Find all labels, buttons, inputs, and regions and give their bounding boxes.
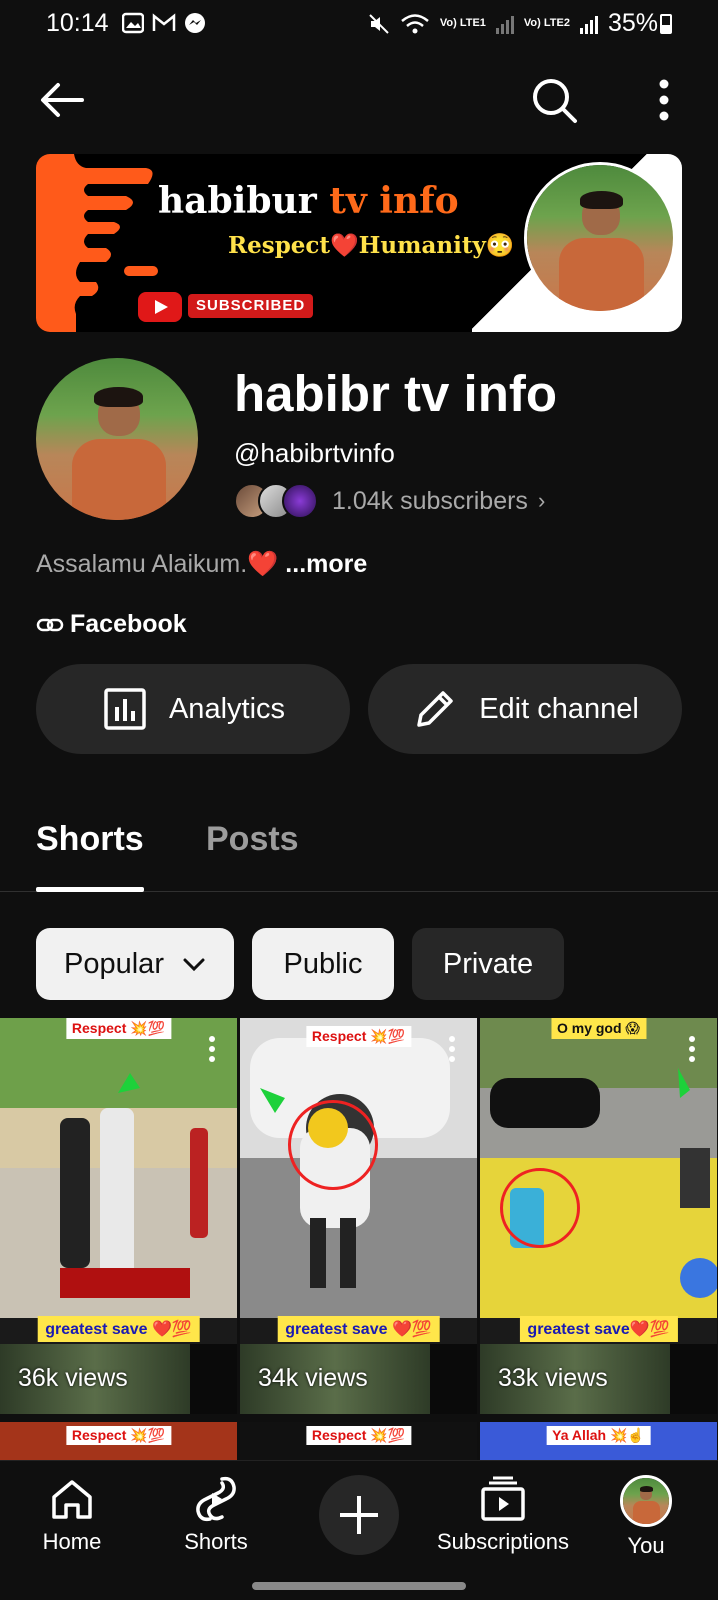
notification-icons: [122, 12, 206, 34]
short-item[interactable]: Ya Allah 💥☝️: [480, 1422, 717, 1460]
subscribers-row[interactable]: 1.04k subscribers ›: [234, 482, 545, 520]
tab-selected-indicator: [36, 887, 144, 892]
view-count: 36k views: [18, 1364, 128, 1392]
short-label: greatest save ❤️💯: [37, 1316, 200, 1342]
chip-label: Popular: [64, 947, 164, 980]
channel-tabs: Shorts Posts: [0, 810, 718, 892]
nav-home[interactable]: Home: [0, 1475, 147, 1555]
edit-channel-button[interactable]: Edit channel: [368, 664, 682, 754]
short-top-caption: Respect 💥💯: [305, 1026, 412, 1047]
channel-avatar[interactable]: [36, 358, 198, 520]
subscriber-count: 1.04k subscribers: [332, 486, 528, 515]
short-item[interactable]: Respect 💥💯 greatest save ❤️💯 34k views: [240, 1018, 477, 1414]
link-label: Facebook: [70, 610, 187, 638]
nav-shorts-label: Shorts: [184, 1529, 248, 1554]
analytics-icon: [104, 688, 146, 730]
banner-title-part2: tv info: [329, 180, 459, 222]
nav-you-label: You: [627, 1533, 665, 1558]
home-icon: [52, 1480, 92, 1519]
more-vert-icon[interactable]: [689, 1036, 695, 1062]
view-count: 34k views: [258, 1364, 368, 1392]
user-avatar: [620, 1475, 672, 1527]
description-text: Assalamu Alaikum.: [36, 550, 248, 578]
filter-chip-public[interactable]: Public: [252, 928, 394, 1000]
view-count: 33k views: [498, 1364, 608, 1392]
short-thumbnail: [480, 1018, 717, 1318]
nav-you[interactable]: You: [571, 1475, 718, 1559]
chevron-down-icon: [183, 958, 205, 972]
highlight-circle: [288, 1100, 378, 1190]
short-top-caption: Respect 💥💯: [65, 1426, 172, 1445]
short-top-caption: O my god 😱: [550, 1018, 647, 1039]
channel-name: habibr tv info: [234, 365, 557, 422]
edit-channel-label: Edit channel: [479, 692, 639, 725]
short-top-caption: Respect 💥💯: [305, 1426, 412, 1445]
description-emoji: ❤️: [247, 550, 279, 578]
analytics-button[interactable]: Analytics: [36, 664, 350, 754]
more-vert-icon[interactable]: [209, 1036, 215, 1062]
sim1-label: Vo) LTE1: [439, 17, 486, 29]
tab-posts[interactable]: Posts: [206, 820, 299, 859]
status-time: 10:14: [46, 9, 109, 37]
home-indicator: [252, 1582, 466, 1590]
short-label: greatest save❤️💯: [519, 1316, 678, 1342]
short-thumbnail: [0, 1018, 237, 1318]
sim2-label: Vo) LTE2: [523, 17, 570, 29]
messenger-icon: [185, 13, 205, 33]
nav-subscriptions[interactable]: Subscriptions: [428, 1475, 578, 1555]
back-arrow-icon[interactable]: [38, 80, 86, 120]
filter-chip-private[interactable]: Private: [412, 928, 564, 1000]
youtube-logo-icon: [138, 292, 182, 322]
banner-title-part1: habibur: [158, 180, 317, 222]
analytics-label: Analytics: [168, 692, 286, 725]
link-icon: [36, 618, 64, 631]
pencil-icon: [417, 691, 453, 727]
top-app-bar: [0, 70, 718, 130]
shorts-grid: Respect 💥💯 greatest save ❤️💯 36k views R…: [0, 1018, 718, 1460]
gallery-icon: [122, 12, 144, 34]
subscribed-badge: SUBSCRIBED: [188, 294, 314, 318]
battery-percent: 35%: [607, 9, 658, 37]
shorts-icon: [196, 1476, 236, 1522]
short-top-caption: Respect 💥💯: [65, 1018, 172, 1039]
short-label: greatest save ❤️💯: [277, 1316, 440, 1342]
more-vert-icon[interactable]: [652, 78, 676, 122]
tab-shorts[interactable]: Shorts: [36, 820, 144, 859]
status-bar: 10:14 Vo) LTE1 Vo) LTE2 35%: [0, 0, 718, 48]
short-item[interactable]: Respect 💥💯 greatest save ❤️💯 36k views: [0, 1018, 237, 1414]
facebook-link[interactable]: Facebook: [36, 610, 187, 639]
channel-banner: habibur tv info Respect❤️Humanity😳 SUBSC…: [36, 154, 682, 332]
mute-icon: [369, 13, 389, 34]
bottom-navigation: Home Shorts Subscriptions You: [0, 1460, 718, 1600]
banner-subtitle: Respect❤️Humanity😳: [228, 232, 515, 259]
banner-title: habibur tv info: [158, 180, 459, 222]
short-top-caption: Ya Allah 💥☝️: [546, 1426, 651, 1445]
highlight-circle: [500, 1168, 580, 1248]
signal-icon: [579, 15, 598, 34]
more-link[interactable]: ...more: [285, 550, 367, 578]
subscriptions-icon: [481, 1476, 525, 1521]
gmail-icon: [152, 13, 176, 31]
search-icon[interactable]: [530, 76, 578, 124]
nav-shorts[interactable]: Shorts: [141, 1475, 291, 1555]
short-item[interactable]: Respect 💥💯: [240, 1422, 477, 1460]
short-item[interactable]: Respect 💥💯: [0, 1422, 237, 1460]
short-item[interactable]: O my god 😱 greatest save❤️💯 33k views: [480, 1018, 717, 1414]
filter-chip-popular[interactable]: Popular: [36, 928, 234, 1000]
nav-subscriptions-label: Subscriptions: [436, 1529, 570, 1554]
channel-handle: @habibrtvinfo: [234, 438, 395, 468]
signal-icon: [495, 15, 514, 34]
nav-home-label: Home: [42, 1529, 102, 1554]
wifi-icon: [401, 13, 429, 33]
subscriber-avatar: [282, 483, 318, 519]
battery-icon: [660, 14, 672, 34]
banner-photo: [524, 162, 676, 314]
channel-description[interactable]: Assalamu Alaikum.❤️ ...more: [36, 550, 367, 579]
chevron-right-icon: ›: [537, 488, 546, 513]
status-indicators: Vo) LTE1 Vo) LTE2 35%: [368, 9, 658, 38]
more-vert-icon[interactable]: [449, 1036, 455, 1062]
create-button[interactable]: [319, 1475, 399, 1555]
